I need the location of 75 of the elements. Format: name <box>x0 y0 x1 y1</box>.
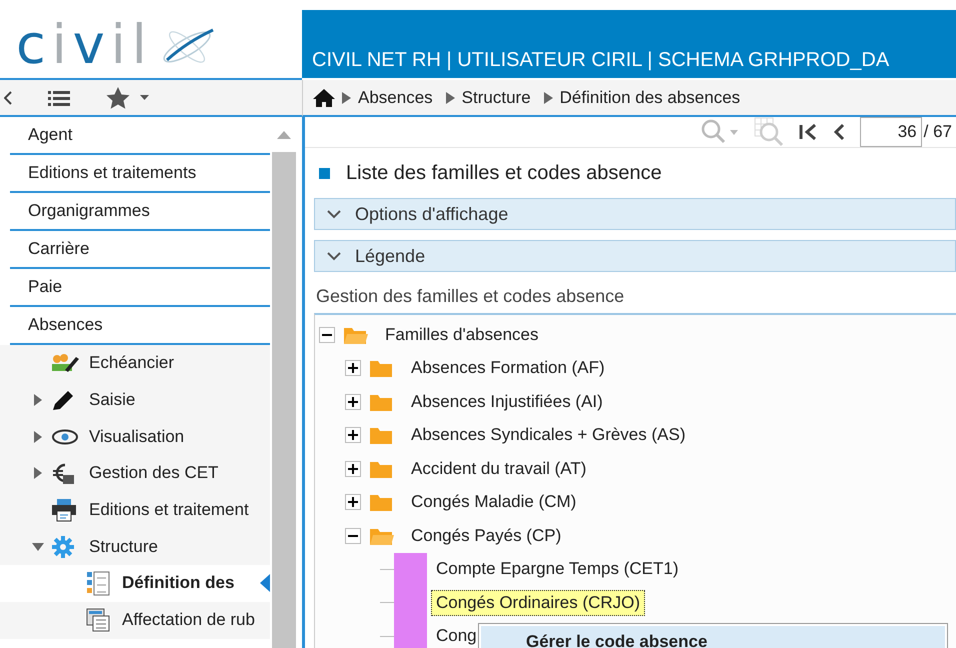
expand-arrow-icon[interactable] <box>33 467 43 480</box>
nav-subitem-label: Visualisation <box>89 426 184 447</box>
panel-label: Légende <box>355 246 426 266</box>
gear-icon <box>51 534 75 559</box>
tree-node[interactable]: Congés Ordinaires (CRJO) <box>431 590 646 616</box>
tree-node[interactable]: Compte Epargne Temps (CET1) <box>431 556 684 582</box>
collapse-toggle-icon[interactable] <box>319 326 335 343</box>
expand-toggle-icon[interactable] <box>345 460 361 477</box>
expand-arrow-icon[interactable] <box>33 394 43 406</box>
breadcrumb-link[interactable]: Définition des absences <box>560 88 740 108</box>
page-total: / 67 <box>924 122 952 142</box>
nav-item[interactable]: Paie <box>10 269 270 307</box>
nav-subitem[interactable]: Structure <box>0 528 270 566</box>
folder-icon <box>369 425 395 446</box>
first-page-icon[interactable] <box>798 122 818 142</box>
breadcrumb-arrow-icon <box>342 92 351 104</box>
nav-item[interactable]: Organigrammes <box>10 193 270 231</box>
previous-page-icon[interactable] <box>832 122 846 142</box>
expand-toggle-icon[interactable] <box>345 360 361 376</box>
civil-logo: c i v il <box>16 18 217 72</box>
breadcrumb-arrow-icon <box>544 92 553 104</box>
tree-node[interactable]: Absences Syndicales + Grèves (AS) <box>411 425 686 446</box>
expand-toggle-icon[interactable] <box>345 494 361 510</box>
expand-toggle-icon[interactable] <box>345 427 361 444</box>
collapsible-panel[interactable]: Options d'affichage <box>314 198 956 230</box>
selection-pointer-icon <box>260 574 270 592</box>
abc-list-icon <box>86 570 110 596</box>
tree-node[interactable]: Absences Injustifiées (AI) <box>411 392 603 412</box>
breadcrumb-link[interactable]: Structure <box>462 88 531 108</box>
nav-subitem-label: Structure <box>89 536 158 557</box>
pencil-icon <box>51 389 75 412</box>
folder-icon <box>369 492 395 512</box>
nav-subitem-label: Gestion des CET <box>89 463 218 484</box>
panel-label: Options d'affichage <box>355 204 508 224</box>
folder-icon <box>369 358 395 378</box>
tree-node[interactable]: Congés Payés (CP) <box>411 526 562 546</box>
eye-icon <box>51 428 79 445</box>
collapsible-panel[interactable]: Légende <box>314 240 956 272</box>
home-icon[interactable] <box>313 88 335 108</box>
euro-coins-icon <box>51 461 75 486</box>
expand-arrow-icon[interactable] <box>32 542 44 552</box>
nav-subitem[interactable]: Editions et traitement <box>0 492 270 528</box>
tree-node[interactable]: Accident du travail (AT) <box>411 458 586 479</box>
nav-leaf-item[interactable]: Affectation de rub <box>0 602 270 638</box>
nav-subitem[interactable]: Visualisation <box>0 418 270 456</box>
nav-subitem[interactable]: Gestion des CET <box>0 455 270 492</box>
chevron-left-icon[interactable] <box>4 90 12 104</box>
menu-item[interactable]: Gérer le code absence <box>481 626 945 648</box>
printer-icon <box>51 498 77 522</box>
nav-item[interactable]: Agent <box>10 117 270 155</box>
form-icon <box>86 608 110 632</box>
tree-node[interactable]: Cong <box>431 623 482 648</box>
tree-node[interactable]: Absences Formation (AF) <box>411 358 605 378</box>
nav-subitem[interactable]: Saisie <box>0 382 270 418</box>
nav-subitem[interactable]: Echéancier <box>0 345 270 382</box>
tree-title: Gestion des familles et codes absence <box>316 286 626 307</box>
title-bullet-icon <box>319 168 330 178</box>
nav-subitem-label: Echéancier <box>89 353 174 374</box>
nav-subitem-label: Editions et traitement <box>89 500 249 520</box>
page-number-field[interactable]: 36 <box>860 117 922 147</box>
breadcrumb-arrow-icon <box>446 92 455 104</box>
tree-node[interactable]: Congés Maladie (CM) <box>411 492 576 512</box>
expand-toggle-icon[interactable] <box>345 394 361 410</box>
header-title: CIVIL NET RH | UTILISATEUR CIRIL | SCHEMA GRHPROD_DA <box>312 49 890 72</box>
expand-arrow-icon[interactable] <box>33 430 43 443</box>
favorites-star-icon[interactable] <box>106 86 152 110</box>
tree-node[interactable]: Familles d'absences <box>385 324 538 345</box>
list-title: Liste des familles et codes absence <box>346 162 662 184</box>
nav-item[interactable]: Carrière <box>10 231 270 269</box>
list-icon[interactable] <box>48 90 70 106</box>
collapse-toggle-icon[interactable] <box>345 528 361 544</box>
breadcrumb-link[interactable]: Absences <box>358 88 433 108</box>
nav-item[interactable]: Editions et traitements <box>10 155 270 193</box>
nav-subitem-label: Saisie <box>89 390 136 410</box>
people-pen-icon <box>51 353 79 374</box>
